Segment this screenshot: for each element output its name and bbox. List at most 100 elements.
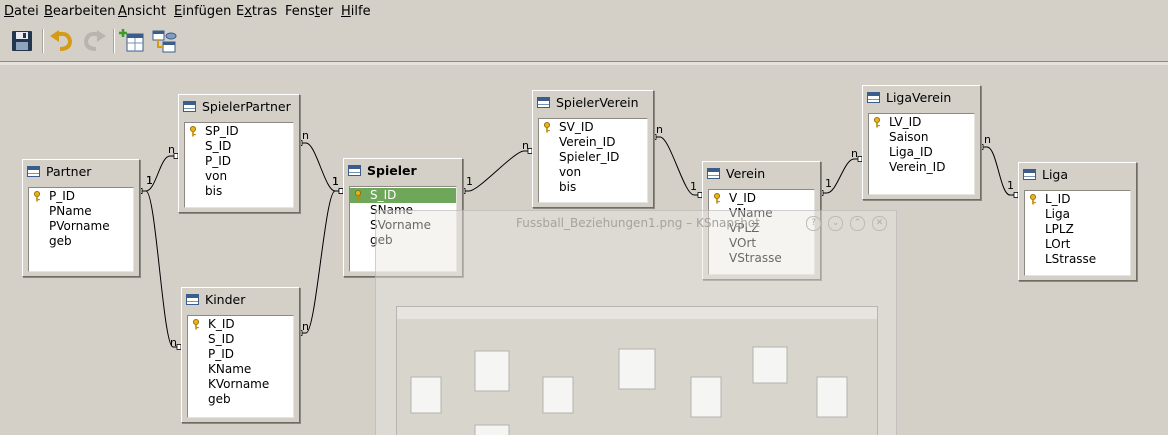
- menu-item[interactable]: Fenster: [285, 4, 333, 19]
- menu-item[interactable]: Bearbeiten: [44, 4, 115, 19]
- field-list[interactable]: SP_ID S_ID P_ID von bis: [184, 122, 294, 208]
- field-row[interactable]: Verein_ID: [869, 160, 974, 175]
- relation-line[interactable]: [138, 155, 178, 192]
- table-icon: [1023, 169, 1036, 180]
- field-list[interactable]: K_ID S_ID P_ID KName KVorname geb: [187, 315, 294, 418]
- undo-button[interactable]: [48, 27, 76, 55]
- table-title[interactable]: Spieler: [348, 163, 417, 179]
- field-row[interactable]: LStrasse: [1025, 252, 1130, 267]
- redo-button[interactable]: [80, 27, 108, 55]
- field-name: PName: [49, 204, 92, 218]
- table-title[interactable]: LigaVerein: [867, 90, 951, 106]
- field-row[interactable]: LPLZ: [1025, 222, 1130, 237]
- field-row[interactable]: SV_ID: [539, 120, 647, 135]
- help-button[interactable]: ?: [806, 216, 821, 231]
- field-name: PVorname: [49, 219, 110, 233]
- field-row[interactable]: Liga: [1025, 207, 1130, 222]
- primary-key-icon: [874, 117, 880, 128]
- field-list[interactable]: SV_ID Verein_ID Spieler_ID von bis: [538, 118, 648, 203]
- menu-label-part: ilfe: [350, 4, 371, 19]
- table-title[interactable]: Liga: [1023, 167, 1068, 183]
- table-title[interactable]: Partner: [27, 164, 91, 180]
- field-row[interactable]: geb: [188, 392, 293, 407]
- table-title[interactable]: SpielerVerein: [537, 95, 639, 111]
- table-window[interactable]: Kinder K_ID S_ID P_ID KName KVorname geb: [181, 287, 300, 423]
- field-row[interactable]: SP_ID: [185, 124, 293, 139]
- table-window[interactable]: SpielerPartner SP_ID S_ID P_ID von bis: [178, 94, 300, 213]
- add-table-button[interactable]: [119, 27, 147, 55]
- close-button[interactable]: ✕: [872, 216, 887, 231]
- table-window[interactable]: Liga L_ID Liga LPLZ LOrt LStrasse: [1018, 162, 1137, 281]
- field-name: geb: [208, 392, 231, 406]
- menu-item[interactable]: Extras: [236, 4, 277, 19]
- table-icon: [867, 92, 880, 103]
- relation-line[interactable]: [298, 190, 343, 334]
- cardinality-label: 1: [332, 175, 339, 188]
- field-row[interactable]: Saison: [869, 130, 974, 145]
- table-title[interactable]: SpielerPartner: [183, 99, 291, 115]
- field-list[interactable]: LV_ID Saison Liga_ID Verein_ID: [868, 113, 975, 195]
- table-icon: [186, 294, 199, 305]
- field-row[interactable]: bis: [539, 180, 647, 195]
- relation-design-canvas[interactable]: 1n1nn1n11nn11nn1 Partner P_ID PName PVornam…: [0, 65, 1168, 435]
- field-row[interactable]: LOrt: [1025, 237, 1130, 252]
- minimize-button[interactable]: ⌄: [828, 216, 843, 231]
- table-icon: [27, 166, 40, 177]
- snapshot-preview-thumbnail: [397, 307, 877, 435]
- table-window[interactable]: SpielerVerein SV_ID Verein_ID Spieler_ID von…: [532, 90, 654, 208]
- field-row[interactable]: PName: [29, 204, 133, 219]
- field-name: LOrt: [1045, 237, 1071, 251]
- field-row[interactable]: S_ID: [188, 332, 293, 347]
- field-name: P_ID: [205, 154, 232, 168]
- relation-line[interactable]: [138, 190, 181, 348]
- redo-arrow-icon: [83, 30, 106, 51]
- table-window[interactable]: Partner P_ID PName PVorname geb: [22, 159, 140, 277]
- field-row[interactable]: S_ID: [350, 188, 456, 203]
- field-row[interactable]: K_ID: [188, 317, 293, 332]
- field-row[interactable]: LV_ID: [869, 115, 974, 130]
- menu-label-part: nsicht: [126, 4, 167, 19]
- field-row[interactable]: von: [539, 165, 647, 180]
- field-row[interactable]: KName: [188, 362, 293, 377]
- ksnapshot-window[interactable]: Fussball_Beziehungen1.png – KSnapshot ? …: [375, 210, 897, 435]
- field-list[interactable]: L_ID Liga LPLZ LOrt LStrasse: [1024, 190, 1131, 276]
- field-row[interactable]: Liga_ID: [869, 145, 974, 160]
- field-row[interactable]: von: [185, 169, 293, 184]
- field-name: KVorname: [208, 377, 270, 391]
- field-name: bis: [559, 180, 577, 194]
- menu-label-part: earbeiten: [52, 4, 116, 19]
- field-row[interactable]: L_ID: [1025, 192, 1130, 207]
- table-icon: [183, 101, 196, 112]
- cardinality-label: 1: [146, 174, 153, 187]
- field-row[interactable]: geb: [29, 234, 133, 249]
- field-row[interactable]: P_ID: [29, 189, 133, 204]
- save-button[interactable]: [8, 27, 36, 55]
- field-row[interactable]: bis: [185, 184, 293, 199]
- field-name: S_ID: [208, 332, 235, 346]
- table-title[interactable]: Verein: [707, 166, 765, 182]
- field-row[interactable]: V_ID: [709, 191, 814, 206]
- menu-accelerator: A: [118, 4, 127, 19]
- table-title[interactable]: Kinder: [186, 292, 245, 308]
- field-row[interactable]: S_ID: [185, 139, 293, 154]
- cardinality-label: n: [522, 139, 529, 152]
- field-list[interactable]: P_ID PName PVorname geb: [28, 187, 134, 272]
- menu-accelerator: D: [4, 4, 15, 19]
- field-row[interactable]: P_ID: [185, 154, 293, 169]
- menu-item[interactable]: Hilfe: [341, 4, 371, 19]
- menu-item[interactable]: Einfügen: [174, 4, 231, 19]
- field-row[interactable]: PVorname: [29, 219, 133, 234]
- menu-item[interactable]: Ansicht: [118, 4, 166, 19]
- new-relation-button[interactable]: [150, 27, 178, 55]
- field-row[interactable]: Verein_ID: [539, 135, 647, 150]
- menu-item[interactable]: Datei: [4, 4, 39, 19]
- maximize-button[interactable]: ⌃: [850, 216, 865, 231]
- field-name: KName: [208, 362, 252, 376]
- field-row[interactable]: Spieler_ID: [539, 150, 647, 165]
- field-row[interactable]: P_ID: [188, 347, 293, 362]
- table-name: SpielerPartner: [202, 99, 291, 114]
- field-name: SP_ID: [205, 124, 239, 138]
- table-window[interactable]: LigaVerein LV_ID Saison Liga_ID Verein_ID: [862, 85, 981, 200]
- field-name: LPLZ: [1045, 222, 1074, 236]
- field-row[interactable]: KVorname: [188, 377, 293, 392]
